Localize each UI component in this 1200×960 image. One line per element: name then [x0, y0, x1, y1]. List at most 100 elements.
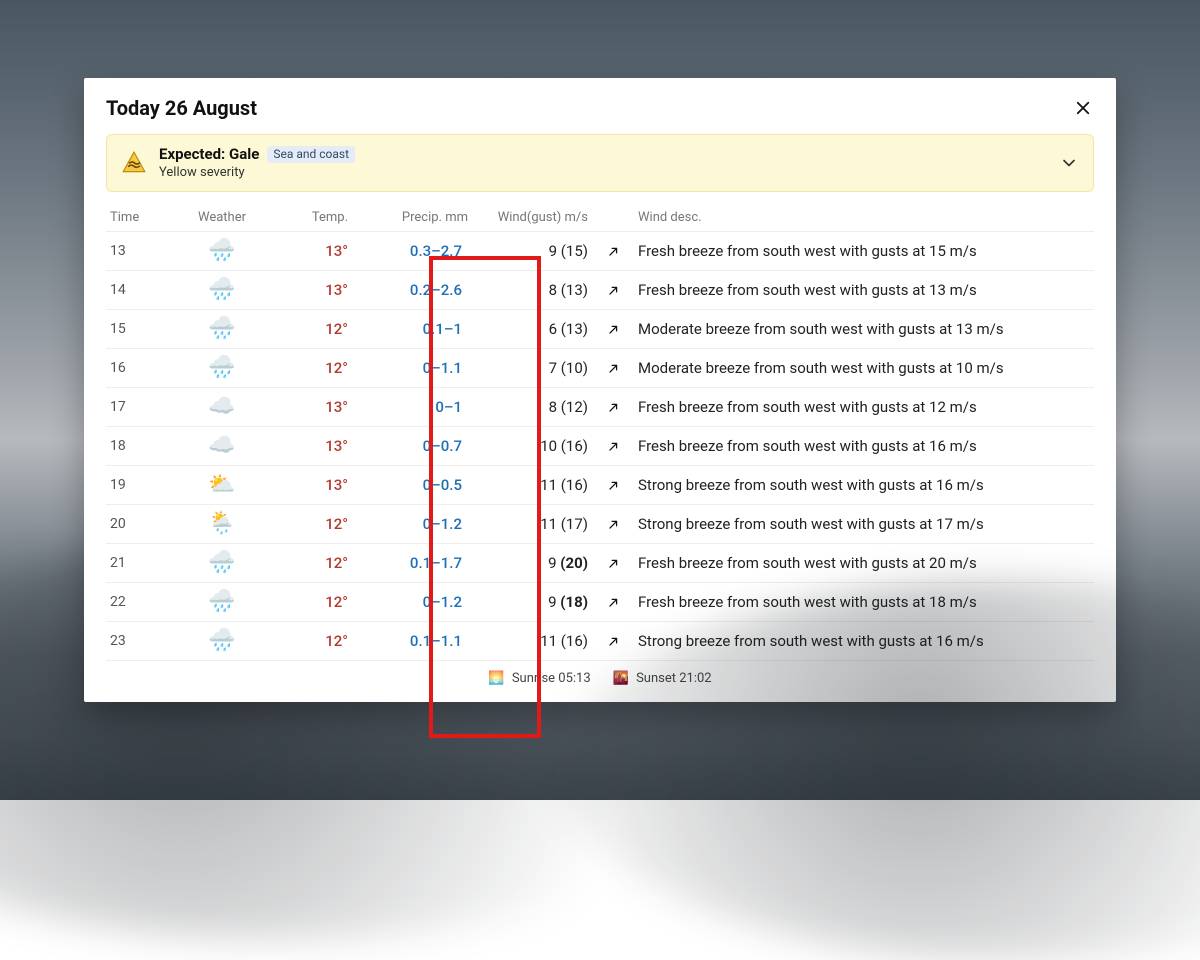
cell-weather: 🌧️: [180, 357, 264, 379]
weather-icon: 🌧️: [208, 279, 235, 301]
chevron-down-icon: [1059, 153, 1079, 173]
cell-wind: 9 (15): [478, 242, 588, 260]
cell-time: 23: [110, 633, 170, 649]
sunrise-icon: 🌅: [488, 671, 504, 686]
warning-icon: [121, 150, 147, 176]
weather-icon: 🌧️: [208, 357, 235, 379]
forecast-card: Today 26 August Expected: Gale Sea and c…: [84, 78, 1116, 702]
cell-weather: ☁️: [180, 435, 264, 457]
table-row[interactable]: 21 🌧️ 12° 0.1–1.7 9 (20) Fresh breeze from so…: [106, 544, 1094, 583]
close-button[interactable]: [1072, 97, 1094, 119]
cell-wind: 9 (20): [478, 554, 588, 572]
wind-arrow-icon: [598, 361, 628, 376]
cell-wind-desc: Moderate breeze from south west with gus…: [638, 320, 1090, 338]
sunset-icon: 🌇: [613, 671, 629, 686]
cell-wind: 11 (17): [478, 515, 588, 533]
wind-arrow-icon: [598, 517, 628, 532]
cell-precip: 0.1–1: [358, 320, 468, 338]
cell-weather: 🌧️: [180, 591, 264, 613]
col-precip: Precip. mm: [358, 210, 468, 225]
col-weather: Weather: [180, 210, 264, 225]
col-time: Time: [110, 210, 170, 225]
cell-time: 13: [110, 243, 170, 259]
cell-weather: ⛅: [180, 474, 264, 496]
cell-precip: 0–1.1: [358, 359, 468, 377]
cell-time: 16: [110, 360, 170, 376]
table-row[interactable]: 17☁️13°0–18 (12)Fresh breeze from south …: [106, 388, 1094, 427]
table-header: Time Weather Temp. Precip. mm Wind(gust)…: [106, 202, 1094, 231]
weather-icon: 🌧️: [208, 552, 235, 574]
table-row[interactable]: 16🌧️12°0–1.17 (10)Moderate breeze from s…: [106, 349, 1094, 388]
cell-precip: 0–1: [358, 398, 468, 416]
cell-wind-desc: Fresh breeze from south west with gusts …: [638, 593, 1090, 611]
cell-temp: 13°: [274, 242, 348, 260]
cell-time: 15: [110, 321, 170, 337]
cell-time: 22: [110, 594, 170, 610]
col-wind: Wind(gust) m/s: [478, 210, 588, 225]
table-row[interactable]: 22 🌧️ 12° 0–1.2 9 (18) Fresh breeze from sout…: [106, 583, 1094, 622]
cell-temp: 12°: [274, 320, 348, 338]
cell-precip: 0–1.2: [358, 515, 468, 533]
sun-times: 🌅 Sunrise 05:13 🌇 Sunset 21:02: [106, 661, 1094, 686]
col-winddesc: Wind desc.: [638, 210, 1090, 225]
alert-badge: Sea and coast: [267, 146, 355, 163]
cell-temp: 12°: [274, 554, 348, 572]
cell-weather: 🌧️: [180, 279, 264, 301]
weather-icon: 🌧️: [208, 240, 235, 262]
cell-temp: 12°: [274, 359, 348, 377]
cell-time: 19: [110, 477, 170, 493]
cell-time: 21: [110, 555, 170, 571]
cell-weather: 🌦️: [180, 513, 264, 535]
cell-precip: 0–0.7: [358, 437, 468, 455]
wind-arrow-icon: [598, 244, 628, 259]
cell-wind-desc: Fresh breeze from south west with gusts …: [638, 554, 1090, 572]
table-row[interactable]: 15🌧️12°0.1–16 (13)Moderate breeze from s…: [106, 310, 1094, 349]
weather-icon: ☁️: [208, 396, 235, 418]
cell-wind-desc: Strong breeze from south west with gusts…: [638, 476, 1090, 494]
cell-weather: ☁️: [180, 396, 264, 418]
cell-time: 17: [110, 399, 170, 415]
table-row[interactable]: 18 ☁️ 13° 0–0.7 10 (16) Fresh breeze from sou…: [106, 427, 1094, 466]
cell-wind-desc: Moderate breeze from south west with gus…: [638, 359, 1090, 377]
wind-arrow-icon: [598, 478, 628, 493]
alert-title: Expected: Gale: [159, 145, 259, 164]
cell-time: 14: [110, 282, 170, 298]
wind-arrow-icon: [598, 595, 628, 610]
cell-precip: 0–1.2: [358, 593, 468, 611]
cell-wind-desc: Fresh breeze from south west with gusts …: [638, 281, 1090, 299]
table-row[interactable]: 20🌦️12°0–1.211 (17)Strong breeze from so…: [106, 505, 1094, 544]
cell-wind: 10 (16): [478, 437, 588, 455]
page-title: Today 26 August: [106, 96, 257, 120]
cell-precip: 0.1–1.7: [358, 554, 468, 572]
cell-temp: 13°: [274, 398, 348, 416]
table-row[interactable]: 13🌧️13°0.3–2.79 (15)Fresh breeze from so…: [106, 232, 1094, 271]
weather-icon: ☁️: [208, 435, 235, 457]
close-icon: [1074, 99, 1092, 117]
alert-text: Expected: Gale Sea and coast Yellow seve…: [159, 145, 1047, 181]
sunrise: 🌅 Sunrise 05:13: [488, 671, 590, 686]
weather-icon: 🌧️: [208, 630, 235, 652]
cell-wind: 9 (18): [478, 593, 588, 611]
cell-wind: 8 (13): [478, 281, 588, 299]
cell-wind: 6 (13): [478, 320, 588, 338]
sunset: 🌇 Sunset 21:02: [613, 671, 712, 686]
cell-time: 20: [110, 516, 170, 532]
cell-temp: 12°: [274, 632, 348, 650]
weather-alert[interactable]: Expected: Gale Sea and coast Yellow seve…: [106, 134, 1094, 192]
wind-arrow-icon: [598, 556, 628, 571]
table-row[interactable]: 14🌧️13°0.2–2.68 (13)Fresh breeze from so…: [106, 271, 1094, 310]
cell-temp: 13°: [274, 437, 348, 455]
cell-temp: 12°: [274, 593, 348, 611]
cell-wind-desc: Fresh breeze from south west with gusts …: [638, 242, 1090, 260]
alert-severity: Yellow severity: [159, 165, 1047, 181]
cell-wind-desc: Fresh breeze from south west with gusts …: [638, 437, 1090, 455]
wind-arrow-icon: [598, 634, 628, 649]
table-row[interactable]: 19⛅13°0–0.511 (16)Strong breeze from sou…: [106, 466, 1094, 505]
table-row[interactable]: 23🌧️12°0.1–1.111 (16)Strong breeze from …: [106, 622, 1094, 661]
forecast-rows: 13🌧️13°0.3–2.79 (15)Fresh breeze from so…: [106, 231, 1094, 661]
cell-precip: 0.1–1.1: [358, 632, 468, 650]
card-header: Today 26 August: [106, 96, 1094, 120]
cell-wind-desc: Strong breeze from south west with gusts…: [638, 632, 1090, 650]
cell-time: 18: [110, 438, 170, 454]
wind-arrow-icon: [598, 322, 628, 337]
